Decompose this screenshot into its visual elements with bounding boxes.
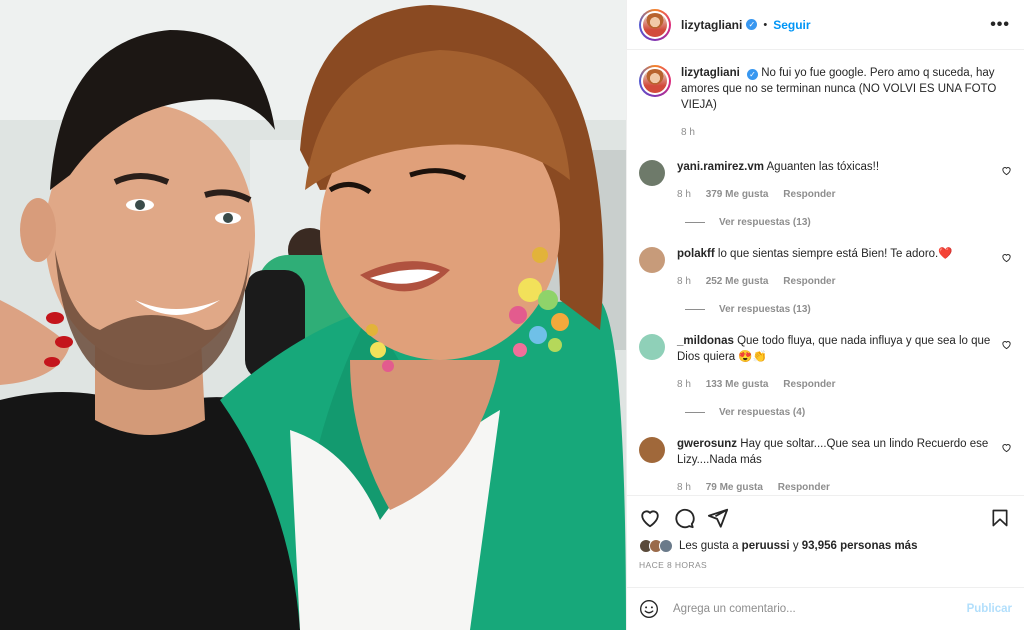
author-username[interactable]: lizytagliani [681, 18, 742, 32]
comment-like-count[interactable]: 252 Me gusta [706, 276, 769, 287]
likes-summary[interactable]: Les gusta a peruussi y 93,956 personas m… [639, 539, 1012, 553]
caption-time[interactable]: 8 h [681, 127, 695, 138]
comment-like-heart-icon[interactable] [1001, 339, 1012, 350]
comment-like-heart-icon[interactable] [1001, 165, 1012, 176]
view-replies-button[interactable]: Ver respuestas (13) [685, 217, 1012, 228]
verified-badge-icon: ✓ [747, 69, 758, 80]
comment-input[interactable] [673, 603, 967, 615]
comment-time[interactable]: 8 h [677, 379, 691, 390]
commenter-avatar[interactable] [639, 334, 665, 360]
comment-like-count[interactable]: 133 Me gusta [706, 379, 769, 390]
likes-count[interactable]: 93,956 personas más [802, 540, 918, 552]
comment-icon[interactable] [673, 507, 695, 529]
photo-illustration [0, 0, 626, 630]
reply-button[interactable]: Responder [778, 482, 830, 493]
post-photo[interactable] [0, 0, 626, 630]
reply-button[interactable]: Responder [783, 189, 835, 200]
comment-time[interactable]: 8 h [677, 189, 691, 200]
follow-button[interactable]: Seguir [773, 18, 810, 32]
more-options-icon[interactable]: ••• [990, 16, 1010, 34]
post-side-panel: lizytagliani ✓ • Seguir ••• lizytagliani… [626, 0, 1024, 630]
post-time-ago[interactable]: HACE 8 HORAS [639, 560, 1012, 570]
add-comment-bar: Publicar [627, 587, 1024, 630]
heart-icon[interactable] [639, 507, 661, 529]
comment-like-heart-icon[interactable] [1001, 252, 1012, 263]
comment-username[interactable]: gwerosunz [677, 438, 737, 450]
post-actions: Les gusta a peruussi y 93,956 personas m… [627, 495, 1024, 587]
emoji-icon[interactable] [639, 599, 659, 619]
comment-item: yani.ramirez.vm Aguanten las tóxicas!! 8… [639, 159, 1012, 228]
view-replies-button[interactable]: Ver respuestas (13) [685, 304, 1012, 315]
comment-item: polakff lo que sientas siempre está Bien… [639, 246, 1012, 315]
publish-button[interactable]: Publicar [967, 603, 1012, 615]
comment-username[interactable]: polakff [677, 248, 715, 260]
likes-conjunction: y [792, 540, 799, 552]
comment-username[interactable]: _mildonas [677, 335, 734, 347]
author-avatar[interactable] [639, 8, 671, 41]
save-icon[interactable] [990, 507, 1010, 529]
caption-username[interactable]: lizytagliani [681, 67, 740, 79]
view-replies-label: Ver respuestas (4) [719, 407, 806, 418]
comment-text: Aguanten las tóxicas!! [766, 161, 880, 173]
comment-time[interactable]: 8 h [677, 482, 691, 493]
comment-username[interactable]: yani.ramirez.vm [677, 161, 764, 173]
view-replies-button[interactable]: Ver respuestas (4) [685, 407, 1012, 418]
view-replies-label: Ver respuestas (13) [719, 304, 811, 315]
commenter-avatar[interactable] [639, 160, 665, 186]
comments-list[interactable]: lizytagliani ✓ No fui yo fue google. Per… [627, 51, 1024, 495]
reply-button[interactable]: Responder [783, 379, 835, 390]
likes-prefix: Les gusta a [679, 540, 739, 552]
caption-avatar[interactable] [639, 65, 671, 97]
reply-button[interactable]: Responder [783, 276, 835, 287]
comment-like-count[interactable]: 379 Me gusta [706, 189, 769, 200]
liker-avatars [639, 539, 673, 553]
header-separator: • [763, 18, 768, 31]
comment-like-heart-icon[interactable] [1001, 442, 1012, 453]
commenter-avatar[interactable] [639, 437, 665, 463]
view-replies-label: Ver respuestas (13) [719, 217, 811, 228]
share-icon[interactable] [707, 507, 729, 529]
verified-badge-icon: ✓ [746, 19, 758, 30]
liker-username[interactable]: peruussi [742, 540, 790, 552]
comment-time[interactable]: 8 h [677, 276, 691, 287]
post-header: lizytagliani ✓ • Seguir ••• [627, 0, 1024, 50]
comment-item: gwerosunz Hay que soltar....Que sea un l… [639, 436, 1012, 495]
comment-like-count[interactable]: 79 Me gusta [706, 482, 763, 493]
commenter-avatar[interactable] [639, 247, 665, 273]
caption: lizytagliani ✓ No fui yo fue google. Per… [639, 65, 1012, 141]
comment-text: lo que sientas siempre está Bien! Te ado… [717, 248, 953, 260]
comment-item: _mildonas Que todo fluya, que nada influ… [639, 333, 1012, 418]
post-modal: lizytagliani ✓ • Seguir ••• lizytagliani… [0, 0, 1024, 630]
